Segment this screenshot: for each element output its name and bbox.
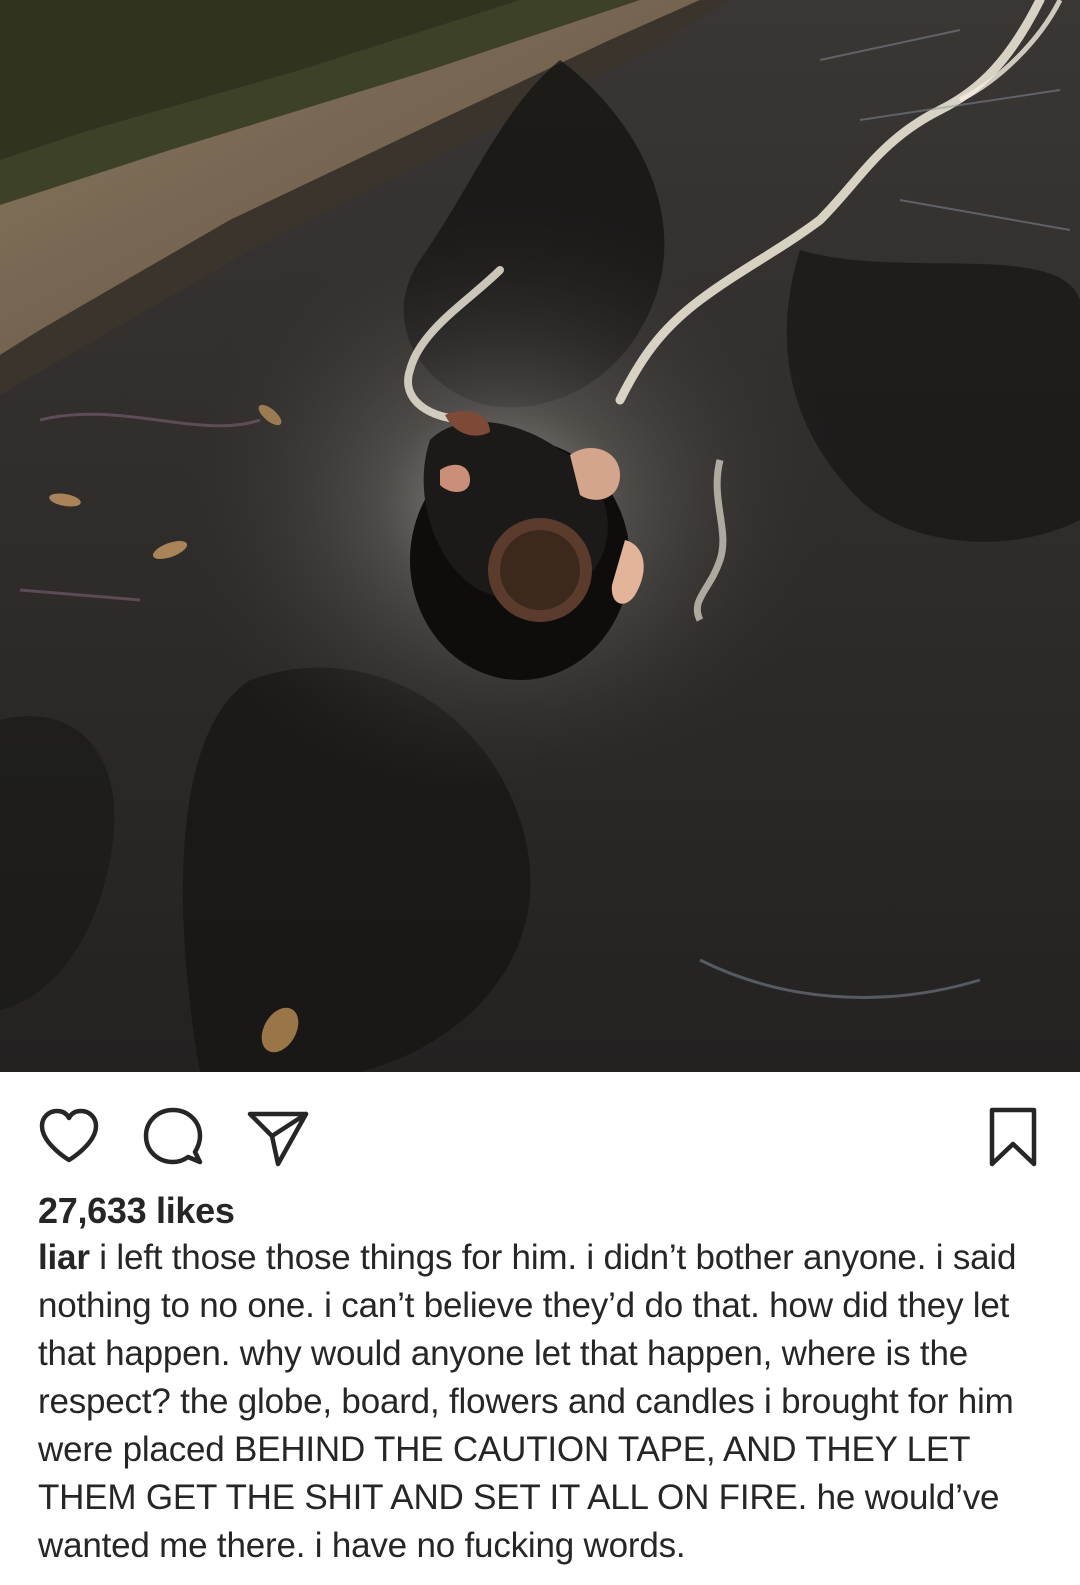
action-bar <box>0 1072 1080 1182</box>
likes-suffix: likes <box>156 1190 235 1231</box>
photo-illustration <box>0 0 1080 1072</box>
caption-text: i left those those things for him. i did… <box>38 1238 1017 1565</box>
paper-plane-icon[interactable] <box>244 1104 310 1170</box>
post-caption: liar i left those those things for him. … <box>38 1234 1048 1570</box>
comment-bubble-icon[interactable] <box>140 1104 206 1170</box>
caption-username[interactable]: liar <box>38 1238 90 1277</box>
heart-outline-icon[interactable] <box>36 1104 102 1170</box>
likes-number: 27,633 <box>38 1190 147 1231</box>
bookmark-icon[interactable] <box>980 1104 1046 1170</box>
post-photo[interactable] <box>0 0 1080 1072</box>
post-container: 27,633 likes liar i left those those thi… <box>0 0 1080 1585</box>
likes-count[interactable]: 27,633 likes <box>38 1190 235 1232</box>
